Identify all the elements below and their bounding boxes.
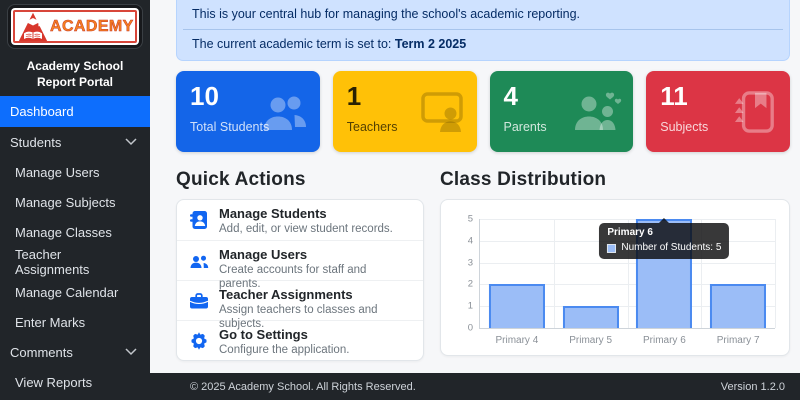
- quick-action-title: Teacher Assignments: [219, 286, 411, 303]
- x-gridline: [554, 219, 555, 328]
- book-bookmark-icon: [731, 91, 779, 133]
- sidebar-item-dashboard[interactable]: Dashboard: [0, 96, 150, 127]
- x-tick-label: Primary 4: [495, 335, 538, 346]
- gear-icon: [189, 331, 209, 351]
- sidebar-item-manage-subjects[interactable]: Manage Subjects: [0, 187, 150, 217]
- chart-bar-primary-4[interactable]: [489, 284, 545, 328]
- x-tick-label: Primary 7: [717, 335, 760, 346]
- stat-card-subjects[interactable]: 11 Subjects: [646, 71, 790, 152]
- sidebar-item-comments[interactable]: Comments: [0, 337, 150, 367]
- quick-action-desc: Add, edit, or view student records.: [219, 222, 393, 236]
- chart-tooltip: Primary 6 Number of Students: 5: [599, 223, 729, 259]
- x-tick-label: Primary 5: [569, 335, 612, 346]
- y-tick-label: 2: [468, 279, 473, 290]
- briefcase-icon: [189, 291, 209, 311]
- quick-action-title: Manage Users: [219, 246, 411, 263]
- quick-actions-section: Quick Actions Manage Students: [176, 169, 424, 361]
- chalkboard-teacher-icon: [418, 91, 466, 133]
- alert-line2: The current academic term is set to: Ter…: [192, 37, 774, 52]
- quick-action-teacher-assignments[interactable]: Teacher Assignments Assign teachers to c…: [177, 280, 423, 320]
- y-tick-label: 0: [468, 323, 473, 334]
- class-distribution-section: Class Distribution Primary 6 Number of S…: [440, 169, 790, 361]
- stat-cards: 10 Total Students 1 Teachers: [176, 71, 790, 152]
- chart-bar-primary-5[interactable]: [563, 306, 619, 328]
- quick-action-manage-users[interactable]: Manage Users Create accounts for staff a…: [177, 240, 423, 280]
- quick-actions-panel: Manage Students Add, edit, or view stude…: [176, 199, 424, 361]
- sidebar-nav: Dashboard Students Manage Users Manage S…: [0, 96, 150, 397]
- sidebar-item-view-reports[interactable]: View Reports: [0, 367, 150, 397]
- chart-bar-primary-7[interactable]: [710, 284, 766, 328]
- tooltip-value: Number of Students: 5: [621, 242, 721, 254]
- x-gridline: [775, 219, 776, 328]
- logo-wordmark: ACADEMY: [50, 18, 134, 36]
- current-term: Term 2 2025: [395, 37, 466, 51]
- chart-plot: Primary 6 Number of Students: 5 012345Pr…: [479, 219, 775, 329]
- quick-action-manage-students[interactable]: Manage Students Add, edit, or view stude…: [177, 200, 423, 240]
- app-window: ACADEMY Academy School Report Portal Das…: [0, 0, 800, 400]
- footer: © 2025 Academy School. All Rights Reserv…: [150, 373, 800, 400]
- sidebar-item-manage-calendar[interactable]: Manage Calendar: [0, 277, 150, 307]
- class-distribution-title: Class Distribution: [440, 169, 790, 191]
- chevron-down-icon: [125, 348, 137, 356]
- school-logo[interactable]: ACADEMY: [7, 4, 143, 49]
- graduation-book-icon: [18, 12, 48, 42]
- sidebar-item-teacher-assignments[interactable]: Teacher Assignments: [0, 247, 150, 277]
- quick-action-title: Go to Settings: [219, 326, 349, 343]
- dashboard-sections: Quick Actions Manage Students: [176, 169, 790, 361]
- quick-action-title: Manage Students: [219, 205, 393, 222]
- address-book-icon: [189, 210, 209, 230]
- sidebar-item-manage-classes[interactable]: Manage Classes: [0, 217, 150, 247]
- stat-card-parents[interactable]: 4 Parents: [490, 71, 634, 152]
- chevron-down-icon: [125, 138, 137, 146]
- quick-actions-title: Quick Actions: [176, 169, 424, 191]
- main-content: This is your central hub for managing th…: [150, 0, 800, 373]
- quick-action-desc: Configure the application.: [219, 343, 349, 357]
- sidebar-item-students[interactable]: Students: [0, 127, 150, 157]
- stat-card-total-students[interactable]: 10 Total Students: [176, 71, 320, 152]
- tooltip-title: Primary 6: [607, 227, 721, 239]
- y-tick-label: 4: [468, 235, 473, 246]
- family-hearts-icon: [574, 91, 622, 133]
- alert-divider: [183, 29, 783, 30]
- x-tick-label: Primary 6: [643, 335, 686, 346]
- tooltip-series-swatch: [607, 244, 616, 253]
- y-tick-label: 1: [468, 301, 473, 312]
- alert-line1: This is your central hub for managing th…: [192, 7, 774, 22]
- sidebar-item-enter-marks[interactable]: Enter Marks: [0, 307, 150, 337]
- tooltip-caret: [659, 218, 669, 223]
- footer-version: Version 1.2.0: [721, 381, 785, 393]
- stat-card-teachers[interactable]: 1 Teachers: [333, 71, 477, 152]
- sidebar: ACADEMY Academy School Report Portal Das…: [0, 0, 150, 400]
- users-icon: [189, 251, 209, 271]
- y-tick-label: 3: [468, 257, 473, 268]
- portal-title: Academy School Report Portal: [0, 51, 150, 96]
- users-icon: [261, 91, 309, 133]
- class-distribution-chart: Primary 6 Number of Students: 5 0 1 2 3 4 5 Pr…: [440, 199, 790, 356]
- sidebar-item-manage-users[interactable]: Manage Users: [0, 157, 150, 187]
- info-alert: This is your central hub for managing th…: [176, 0, 790, 61]
- main-area: This is your central hub for managing th…: [150, 0, 800, 400]
- footer-copyright: © 2025 Academy School. All Rights Reserv…: [190, 381, 416, 393]
- y-tick-label: 5: [468, 214, 473, 225]
